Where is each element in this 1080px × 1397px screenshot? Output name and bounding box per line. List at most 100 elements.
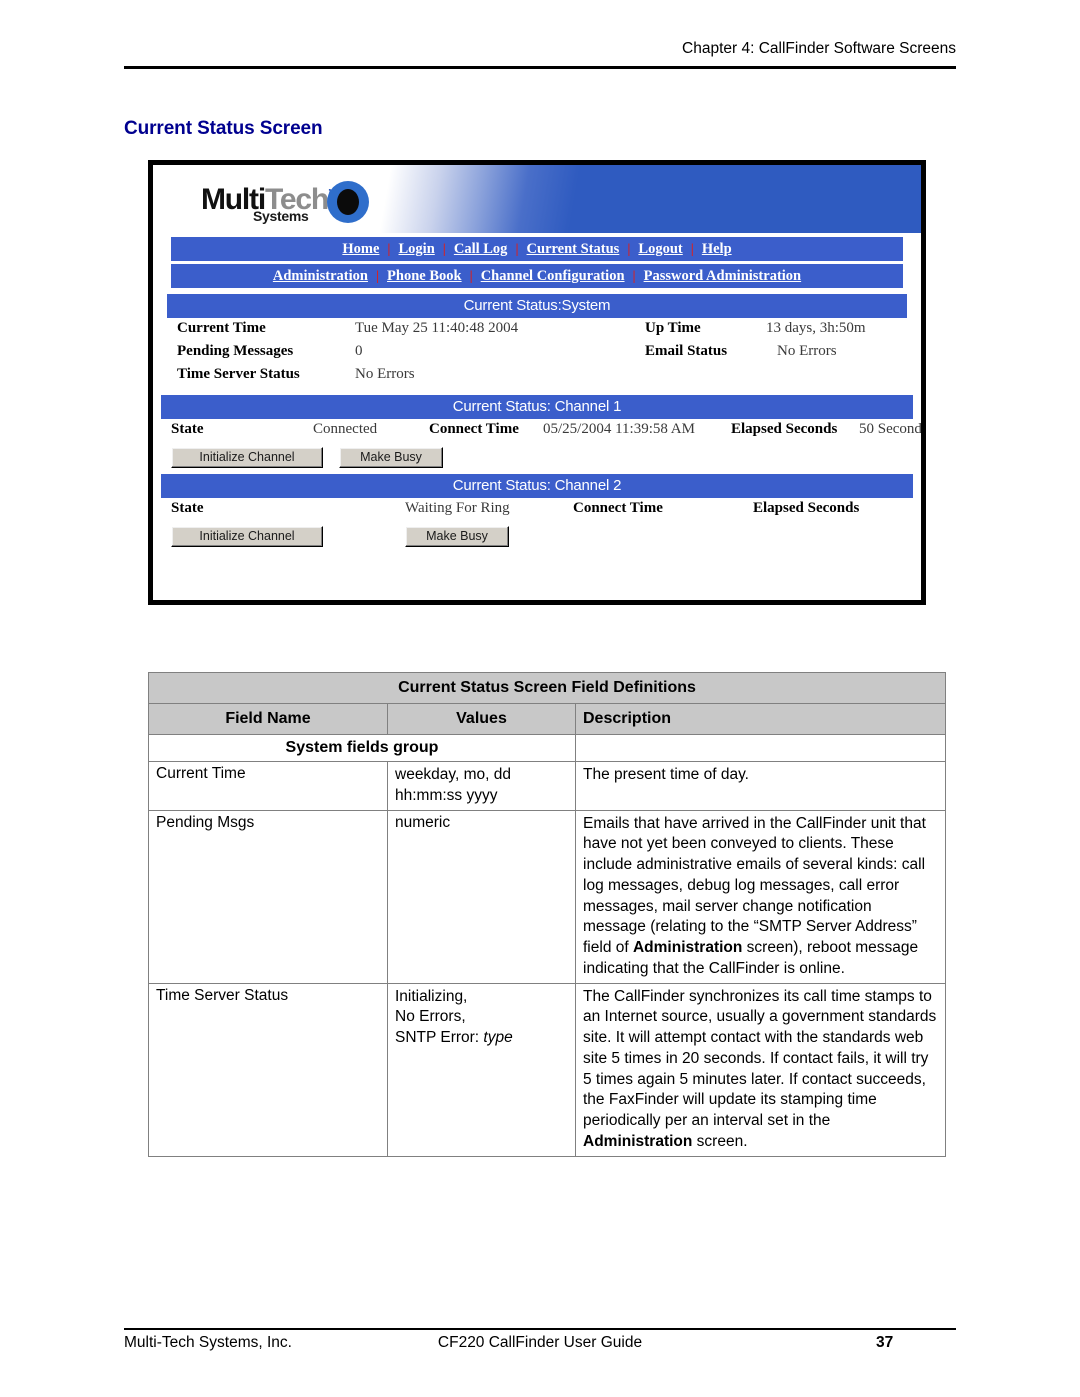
section-header-channel-2: Current Status: Channel 2 xyxy=(161,474,913,498)
initialize-channel-button-ch2[interactable]: Initialize Channel xyxy=(171,526,323,547)
footer-guide-title: CF220 CallFinder User Guide xyxy=(437,1334,643,1351)
nav-separator: | xyxy=(375,269,380,284)
group-empty-cell xyxy=(575,734,946,762)
field-value-state-ch2: Waiting For Ring xyxy=(405,500,510,516)
field-value-state-ch1: Connected xyxy=(313,421,378,437)
logo-ring-icon xyxy=(327,181,369,223)
nav-link-current-status[interactable]: Current Status xyxy=(524,237,623,261)
field-value-pending-messages: 0 xyxy=(355,343,363,359)
section-header-channel-1: Current Status: Channel 1 xyxy=(161,395,913,419)
description-text-part-2: screen. xyxy=(692,1133,748,1151)
description-bold-administration: Administration xyxy=(583,1133,693,1151)
field-value-elapsed-seconds-ch1: 50 Seconds xyxy=(859,421,921,437)
nav-link-administration[interactable]: Administration xyxy=(270,264,371,288)
nav-separator: | xyxy=(469,269,473,284)
channel1-row: State Connected Connect Time 05/25/2004 … xyxy=(153,421,921,444)
nav-link-login[interactable]: Login xyxy=(396,237,438,261)
channel2-row: State Waiting For Ring Connect Time Elap… xyxy=(153,500,921,523)
field-values-current-time: weekday, mo, dd hh:mm:ss yyyy xyxy=(387,761,576,811)
page-title: Current Status Screen xyxy=(124,118,323,139)
channel1-buttons: Initialize Channel Make Busy xyxy=(153,444,921,474)
column-header-description: Description xyxy=(575,703,946,735)
make-busy-button-ch2[interactable]: Make Busy xyxy=(405,526,509,547)
table-header-row: Field Name Values Description xyxy=(148,703,946,735)
nav-separator: | xyxy=(627,242,631,257)
field-values-time-server-status: Initializing, No Errors, SNTP Error: typ… xyxy=(387,982,576,1157)
field-label-elapsed-seconds-ch2: Elapsed Seconds xyxy=(753,500,860,516)
values-line-1: weekday, mo, dd xyxy=(395,766,512,783)
system-row: Time Server Status No Errors xyxy=(153,366,921,389)
initialize-channel-button-ch1[interactable]: Initialize Channel xyxy=(171,447,323,468)
app-screenshot-frame: MultiTech’ Systems Home | Login | Call L… xyxy=(148,160,926,605)
description-bold-administration: Administration xyxy=(632,939,743,957)
values-line-3: SNTP Error: type xyxy=(395,1028,568,1049)
table-row: Pending Msgs numeric Emails that have ar… xyxy=(148,809,946,984)
values-line-2: No Errors, xyxy=(395,1008,466,1026)
channel1-fields: State Connected Connect Time 05/25/2004 … xyxy=(153,419,921,474)
channel2-fields: State Waiting For Ring Connect Time Elap… xyxy=(153,498,921,553)
values-line-2: hh:mm:ss yyyy xyxy=(395,786,498,804)
footer-divider xyxy=(124,1328,956,1330)
nav-link-logout[interactable]: Logout xyxy=(635,237,685,261)
description-text-part-1: Emails that have arrived in the CallFind… xyxy=(583,814,926,957)
field-description-current-time: The present time of day. xyxy=(575,761,946,811)
header-divider xyxy=(124,66,956,69)
running-header: Chapter 4: CallFinder Software Screens xyxy=(682,40,956,57)
column-header-values: Values xyxy=(387,703,576,735)
channel2-buttons: Initialize Channel Make Busy xyxy=(153,523,921,553)
field-label-state-ch2: State xyxy=(171,500,204,516)
field-value-current-time: Tue May 25 11:40:48 2004 xyxy=(355,320,519,336)
logo-systems-text: Systems xyxy=(253,208,309,224)
description-text-part-1: The CallFinder synchronizes its call tim… xyxy=(583,987,937,1130)
field-name-pending-msgs: Pending Msgs xyxy=(148,809,388,984)
values-line-1: Initializing, xyxy=(395,987,468,1005)
section-header-system: Current Status:System xyxy=(167,294,907,318)
values-sntp-prefix: SNTP Error: xyxy=(395,1029,484,1047)
field-label-pending-messages: Pending Messages xyxy=(177,343,294,359)
table-group-row: System fields group xyxy=(148,734,946,762)
nav-link-password-administration[interactable]: Password Administration xyxy=(641,264,805,288)
field-label-time-server-status: Time Server Status xyxy=(177,366,300,382)
values-sntp-type-italic: type xyxy=(483,1029,513,1047)
nav-link-call-log[interactable]: Call Log xyxy=(451,237,511,261)
field-label-current-time: Current Time xyxy=(177,320,266,336)
column-header-field-name: Field Name xyxy=(148,703,388,735)
field-label-connect-time-ch2: Connect Time xyxy=(573,500,663,516)
field-definitions-table: Current Status Screen Field Definitions … xyxy=(148,672,946,1157)
system-fields: Current Time Tue May 25 11:40:48 2004 Up… xyxy=(153,318,921,389)
system-row: Current Time Tue May 25 11:40:48 2004 Up… xyxy=(153,320,921,343)
table-caption-row: Current Status Screen Field Definitions xyxy=(148,672,946,704)
nav-link-channel-configuration[interactable]: Channel Configuration xyxy=(478,264,628,288)
group-label-system-fields: System fields group xyxy=(148,734,576,762)
nav-link-home[interactable]: Home xyxy=(339,237,382,261)
system-row: Pending Messages 0 Email Status No Error… xyxy=(153,343,921,366)
secondary-nav[interactable]: Administration | Phone Book | Channel Co… xyxy=(171,264,903,288)
nav-link-phone-book[interactable]: Phone Book xyxy=(384,264,465,288)
field-name-time-server-status: Time Server Status xyxy=(148,982,388,1157)
nav-separator: | xyxy=(442,242,446,257)
field-label-up-time: Up Time xyxy=(645,320,701,336)
primary-nav[interactable]: Home | Login | Call Log | Current Status… xyxy=(171,237,903,261)
nav-separator: | xyxy=(690,242,694,257)
field-description-time-server-status: The CallFinder synchronizes its call tim… xyxy=(575,982,946,1157)
field-name-current-time: Current Time xyxy=(148,761,388,811)
field-label-state-ch1: State xyxy=(171,421,204,437)
field-label-connect-time-ch1: Connect Time xyxy=(429,421,519,437)
field-label-email-status: Email Status xyxy=(645,343,728,359)
page-footer: Multi-Tech Systems, Inc. CF220 CallFinde… xyxy=(124,1334,956,1358)
logo-dot-icon xyxy=(337,189,359,215)
field-value-email-status: No Errors xyxy=(777,343,837,359)
field-description-pending-msgs: Emails that have arrived in the CallFind… xyxy=(575,809,946,984)
nav-separator: | xyxy=(387,242,391,257)
field-value-connect-time-ch1: 05/25/2004 11:39:58 AM xyxy=(543,421,695,437)
nav-link-help[interactable]: Help xyxy=(699,237,735,261)
nav-separator: | xyxy=(515,242,519,257)
table-row: Current Time weekday, mo, dd hh:mm:ss yy… xyxy=(148,761,946,811)
nav-separator: | xyxy=(632,269,636,284)
field-label-elapsed-seconds-ch1: Elapsed Seconds xyxy=(731,421,838,437)
field-value-up-time: 13 days, 3h:50m xyxy=(766,320,866,336)
app-screenshot: MultiTech’ Systems Home | Login | Call L… xyxy=(153,165,921,600)
field-value-time-server-status: No Errors xyxy=(355,366,415,382)
table-row: Time Server Status Initializing, No Erro… xyxy=(148,982,946,1157)
make-busy-button-ch1[interactable]: Make Busy xyxy=(339,447,443,468)
